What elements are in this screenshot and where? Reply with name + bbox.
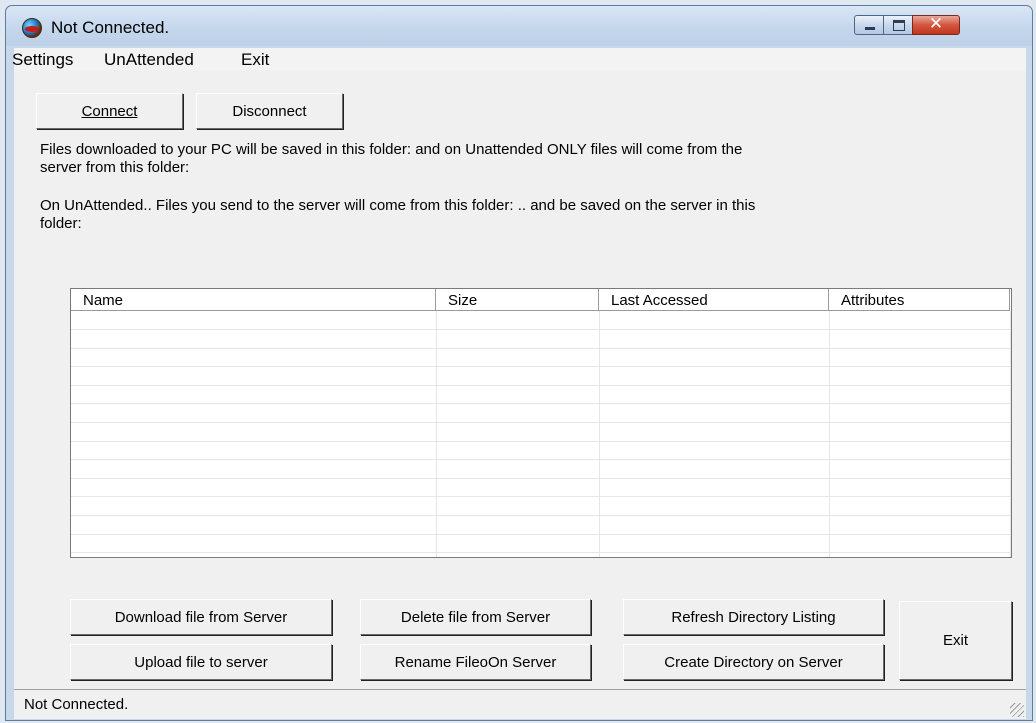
info-download-line2: server from this folder: (40, 159, 190, 176)
row-line (71, 422, 1011, 423)
row-line (71, 348, 1011, 349)
file-list[interactable]: Name Size Last Accessed Attributes (70, 288, 1012, 558)
resize-grip-icon[interactable] (1010, 703, 1024, 717)
row-line (71, 515, 1011, 516)
info-upload-line2: folder: (40, 215, 82, 232)
close-button[interactable]: ✕ (912, 14, 960, 35)
menu-exit[interactable]: Exit (241, 50, 269, 70)
row-line (71, 385, 1011, 386)
window-title: Not Connected. (51, 18, 170, 37)
refresh-listing-button[interactable]: Refresh Directory Listing (623, 599, 884, 635)
column-header-size[interactable]: Size (436, 289, 599, 311)
column-header-last-accessed[interactable]: Last Accessed (599, 289, 829, 311)
connect-button[interactable]: Connect (36, 93, 183, 129)
download-file-button[interactable]: Download file from Server (70, 599, 332, 635)
main-window: Not Connected. ✕ Settings UnAttended Exi… (5, 5, 1033, 721)
row-line (71, 478, 1011, 479)
menu-unattended[interactable]: UnAttended (104, 50, 194, 70)
close-icon: ✕ (928, 14, 944, 34)
disconnect-label: Disconnect (232, 102, 307, 120)
minimize-button[interactable] (854, 15, 884, 35)
upload-file-button[interactable]: Upload file to server (70, 644, 332, 680)
row-line (71, 366, 1011, 367)
menu-bar: Settings UnAttended Exit (12, 48, 1026, 70)
row-line (71, 496, 1011, 497)
exit-button[interactable]: Exit (899, 601, 1012, 680)
row-line (71, 534, 1011, 535)
connect-label: Connect (81, 102, 138, 120)
info-upload-line1: On UnAttended.. Files you send to the se… (40, 197, 756, 214)
column-header-name[interactable]: Name (71, 289, 436, 311)
status-bar: Not Connected. (14, 689, 1026, 719)
row-line (71, 403, 1011, 404)
title-bar[interactable]: Not Connected. ✕ (6, 6, 1032, 46)
row-line (71, 459, 1011, 460)
disconnect-button[interactable]: Disconnect (196, 93, 343, 129)
row-line (71, 441, 1011, 442)
info-download-line1: Files downloaded to your PC will be save… (40, 141, 743, 158)
maximize-button[interactable] (883, 15, 913, 35)
row-line (71, 552, 1011, 553)
rename-file-button[interactable]: Rename FileoOn Server (360, 644, 591, 680)
create-directory-button[interactable]: Create Directory on Server (623, 644, 884, 680)
status-text: Not Connected. (24, 696, 129, 713)
client-area: Connect Disconnect Files downloaded to y… (14, 70, 1026, 689)
row-line (71, 329, 1011, 330)
delete-file-button[interactable]: Delete file from Server (360, 599, 591, 635)
menu-settings[interactable]: Settings (12, 50, 73, 70)
column-header-attributes[interactable]: Attributes (829, 289, 1010, 311)
app-globe-icon (22, 18, 42, 38)
